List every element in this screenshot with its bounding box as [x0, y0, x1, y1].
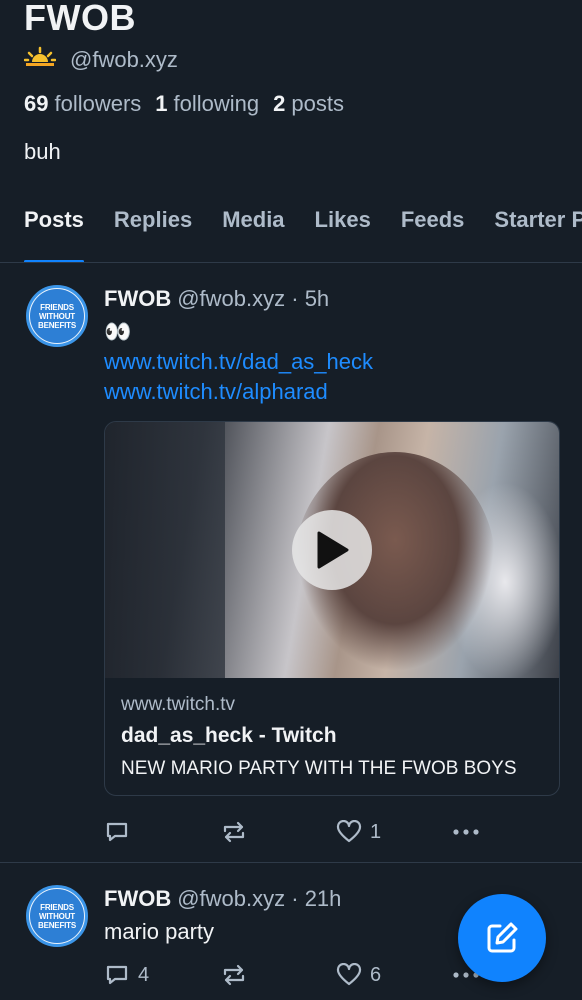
reply-button[interactable]: 4: [104, 962, 220, 988]
tab-media[interactable]: Media: [222, 207, 284, 262]
embed-title: dad_as_heck - Twitch: [121, 724, 337, 747]
post-link[interactable]: www.twitch.tv/alpharad: [104, 377, 560, 407]
like-button[interactable]: 1: [336, 820, 452, 844]
profile-header: FWOB @fwob.xyz 69 followers 1 following 2p…: [0, 0, 582, 165]
post-time: · 21h: [291, 886, 342, 911]
tab-replies[interactable]: Replies: [114, 207, 192, 262]
play-icon: [317, 531, 349, 569]
fwob-logo-icon: FRIENDS WITHOUT BENEFITS: [30, 889, 84, 943]
post-author-name[interactable]: FWOB: [104, 286, 171, 311]
profile-handle[interactable]: @fwob.xyz: [70, 47, 178, 73]
repost-icon: [223, 964, 245, 986]
following-stat[interactable]: 1 following: [155, 91, 259, 117]
handle-row: @fwob.xyz: [23, 46, 558, 73]
avatar[interactable]: FRIENDS WITHOUT BENEFITS: [26, 885, 88, 947]
like-count: 1: [370, 820, 382, 843]
heart-icon: [336, 820, 362, 843]
tab-likes[interactable]: Likes: [315, 207, 371, 262]
followers-stat[interactable]: 69 followers: [24, 91, 141, 117]
more-options-button[interactable]: [452, 828, 480, 836]
play-button[interactable]: [292, 510, 372, 590]
post-text: 👀: [104, 319, 132, 344]
compose-icon: [487, 922, 518, 953]
link-embed-card[interactable]: www.twitch.tv dad_as_heck - Twitch NEW M…: [104, 421, 560, 796]
embed-info: www.twitch.tv dad_as_heck - Twitch NEW M…: [105, 678, 559, 795]
reply-count: 4: [138, 963, 150, 986]
embed-thumbnail[interactable]: [105, 422, 559, 678]
more-icon: [453, 829, 479, 835]
profile-stats: 69 followers 1 following 2 posts: [24, 91, 558, 117]
repost-icon: [223, 821, 245, 843]
post-meta: FWOB @fwob.xyz · 5h: [104, 285, 560, 313]
post-author-handle[interactable]: @fwob.xyz: [177, 286, 285, 311]
like-button[interactable]: 6: [336, 963, 452, 987]
compose-button[interactable]: [458, 894, 546, 982]
post-author-handle[interactable]: @fwob.xyz: [177, 886, 285, 911]
tab-feeds[interactable]: Feeds: [401, 207, 465, 262]
embed-description: NEW MARIO PARTY WITH THE FWOB BOYS: [121, 758, 517, 779]
post-body: FWOB @fwob.xyz · 5h 👀 www.twitch.tv/dad_a…: [104, 285, 560, 862]
reply-button[interactable]: [104, 819, 220, 845]
profile-display-name: FWOB: [24, 0, 136, 38]
repost-button[interactable]: [220, 819, 336, 845]
post-link[interactable]: www.twitch.tv/dad_as_heck: [104, 347, 560, 377]
embed-domain: www.twitch.tv: [121, 694, 236, 715]
like-count: 6: [370, 963, 382, 986]
fwob-logo-icon: FRIENDS WITHOUT BENEFITS: [30, 289, 84, 343]
post-time: · 5h: [291, 286, 330, 311]
tab-posts[interactable]: Posts: [24, 207, 84, 262]
tab-starter-packs[interactable]: Starter Packs: [494, 207, 582, 262]
profile-tabs: Posts Replies Media Likes Feeds Starter …: [0, 207, 582, 263]
post-actions: 1: [104, 802, 560, 862]
posts-stat: 2 posts: [273, 91, 344, 116]
profile-bio: buh: [24, 139, 61, 164]
heart-icon: [336, 963, 362, 986]
avatar[interactable]: FRIENDS WITHOUT BENEFITS: [26, 285, 88, 347]
feed-post[interactable]: FRIENDS WITHOUT BENEFITS FWOB @fwob.xyz · 5…: [0, 263, 582, 863]
reply-icon: [106, 822, 128, 842]
sun-emoji-icon: [23, 46, 57, 73]
reply-icon: [106, 965, 128, 985]
post-author-name[interactable]: FWOB: [104, 886, 171, 911]
repost-button[interactable]: [220, 962, 336, 988]
